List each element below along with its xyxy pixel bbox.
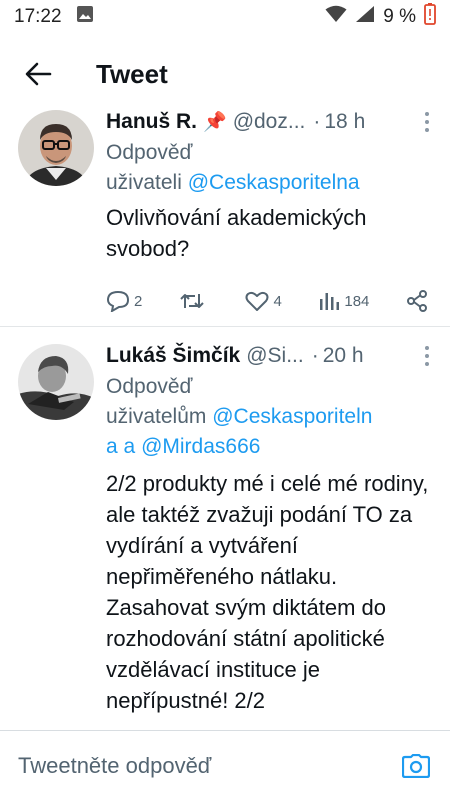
page-title: Tweet bbox=[96, 58, 168, 89]
like-count: 4 bbox=[273, 292, 282, 310]
tweet-header: Hanuš R. 📌 @doz... · 18 h bbox=[106, 108, 436, 136]
arrow-left-icon bbox=[25, 62, 52, 86]
author-name[interactable]: Lukáš Šimčík bbox=[106, 344, 240, 368]
reply-prefix: Odpověď bbox=[106, 375, 193, 398]
retweet-button[interactable] bbox=[179, 290, 209, 312]
reply-composer bbox=[0, 730, 450, 800]
tweet-body: Hanuš R. 📌 @doz... · 18 h Odpověď uživat… bbox=[106, 108, 436, 264]
mention-link-1-cont[interactable]: a bbox=[106, 435, 118, 458]
tweet-text: 2/2 produkty mé i celé mé rodiny, ale ta… bbox=[106, 471, 429, 713]
reply-prefix: Odpověď bbox=[106, 141, 193, 164]
heart-icon bbox=[245, 291, 269, 311]
retweet-icon bbox=[180, 294, 204, 308]
signal-icon bbox=[355, 5, 375, 29]
share-icon bbox=[406, 290, 427, 312]
battery-percent: 9 % bbox=[383, 6, 416, 27]
tweet-actions: 2 4 184 bbox=[106, 284, 428, 318]
pin-icon: 📌 bbox=[203, 112, 227, 133]
separator-dot: · bbox=[311, 344, 319, 367]
reply-count: 2 bbox=[134, 292, 143, 310]
reply-context: Odpověď uživatelům @Ceskasporiteln a a @… bbox=[106, 372, 436, 462]
author-handle[interactable]: @doz... bbox=[233, 110, 306, 134]
tweet-hanus[interactable]: Hanuš R. 📌 @doz... · 18 h Odpověď uživat… bbox=[0, 108, 450, 326]
author-name[interactable]: Hanuš R. bbox=[106, 110, 197, 134]
reply-context: Odpověď uživateli @Ceskasporitelna bbox=[106, 138, 436, 198]
wifi-icon bbox=[325, 5, 347, 29]
camera-icon bbox=[402, 753, 430, 778]
battery-low-icon bbox=[424, 3, 436, 31]
share-button[interactable] bbox=[406, 290, 428, 312]
separator-dot: · bbox=[313, 110, 321, 133]
camera-button[interactable] bbox=[394, 744, 438, 788]
tweet-header: Lukáš Šimčík @Si... · 20 h bbox=[106, 342, 436, 370]
author-handle[interactable]: @Si... bbox=[246, 344, 304, 368]
reply-users-label: uživatelům bbox=[106, 405, 207, 428]
tweet-text: Ovlivňování akademických svobod? bbox=[106, 205, 367, 261]
more-options-button[interactable] bbox=[418, 344, 436, 368]
reply-input[interactable] bbox=[0, 752, 394, 779]
status-time: 17:22 bbox=[14, 6, 62, 27]
app-header: Tweet bbox=[0, 34, 450, 114]
and-word: a bbox=[123, 435, 136, 458]
reply-button[interactable]: 2 bbox=[106, 290, 142, 312]
reply-users-label: uživateli bbox=[106, 171, 182, 194]
views-button[interactable]: 184 bbox=[318, 291, 369, 311]
reply-icon bbox=[106, 290, 130, 312]
avatar[interactable] bbox=[18, 344, 94, 420]
more-options-button[interactable] bbox=[418, 110, 436, 134]
tweet-time: 20 h bbox=[322, 344, 364, 367]
back-button[interactable] bbox=[0, 34, 78, 114]
mention-link-2[interactable]: @Mirdas666 bbox=[141, 435, 260, 458]
gallery-notification-icon bbox=[76, 5, 94, 29]
tweet-body: Lukáš Šimčík @Si... · 20 h Odpověď uživa… bbox=[106, 342, 436, 716]
tweet-lukas[interactable]: Lukáš Šimčík @Si... · 20 h Odpověď uživa… bbox=[0, 342, 450, 730]
tweet-time: 18 h bbox=[324, 110, 366, 133]
views-icon bbox=[320, 293, 340, 310]
tweet-divider bbox=[0, 326, 450, 327]
status-bar: 17:22 9 % bbox=[0, 0, 450, 34]
mention-link[interactable]: @Ceskasporitelna bbox=[188, 171, 360, 194]
views-count: 184 bbox=[344, 292, 370, 310]
mention-link-1[interactable]: @Ceskasporiteln bbox=[212, 405, 372, 428]
avatar[interactable] bbox=[18, 110, 94, 186]
like-button[interactable]: 4 bbox=[245, 290, 282, 312]
